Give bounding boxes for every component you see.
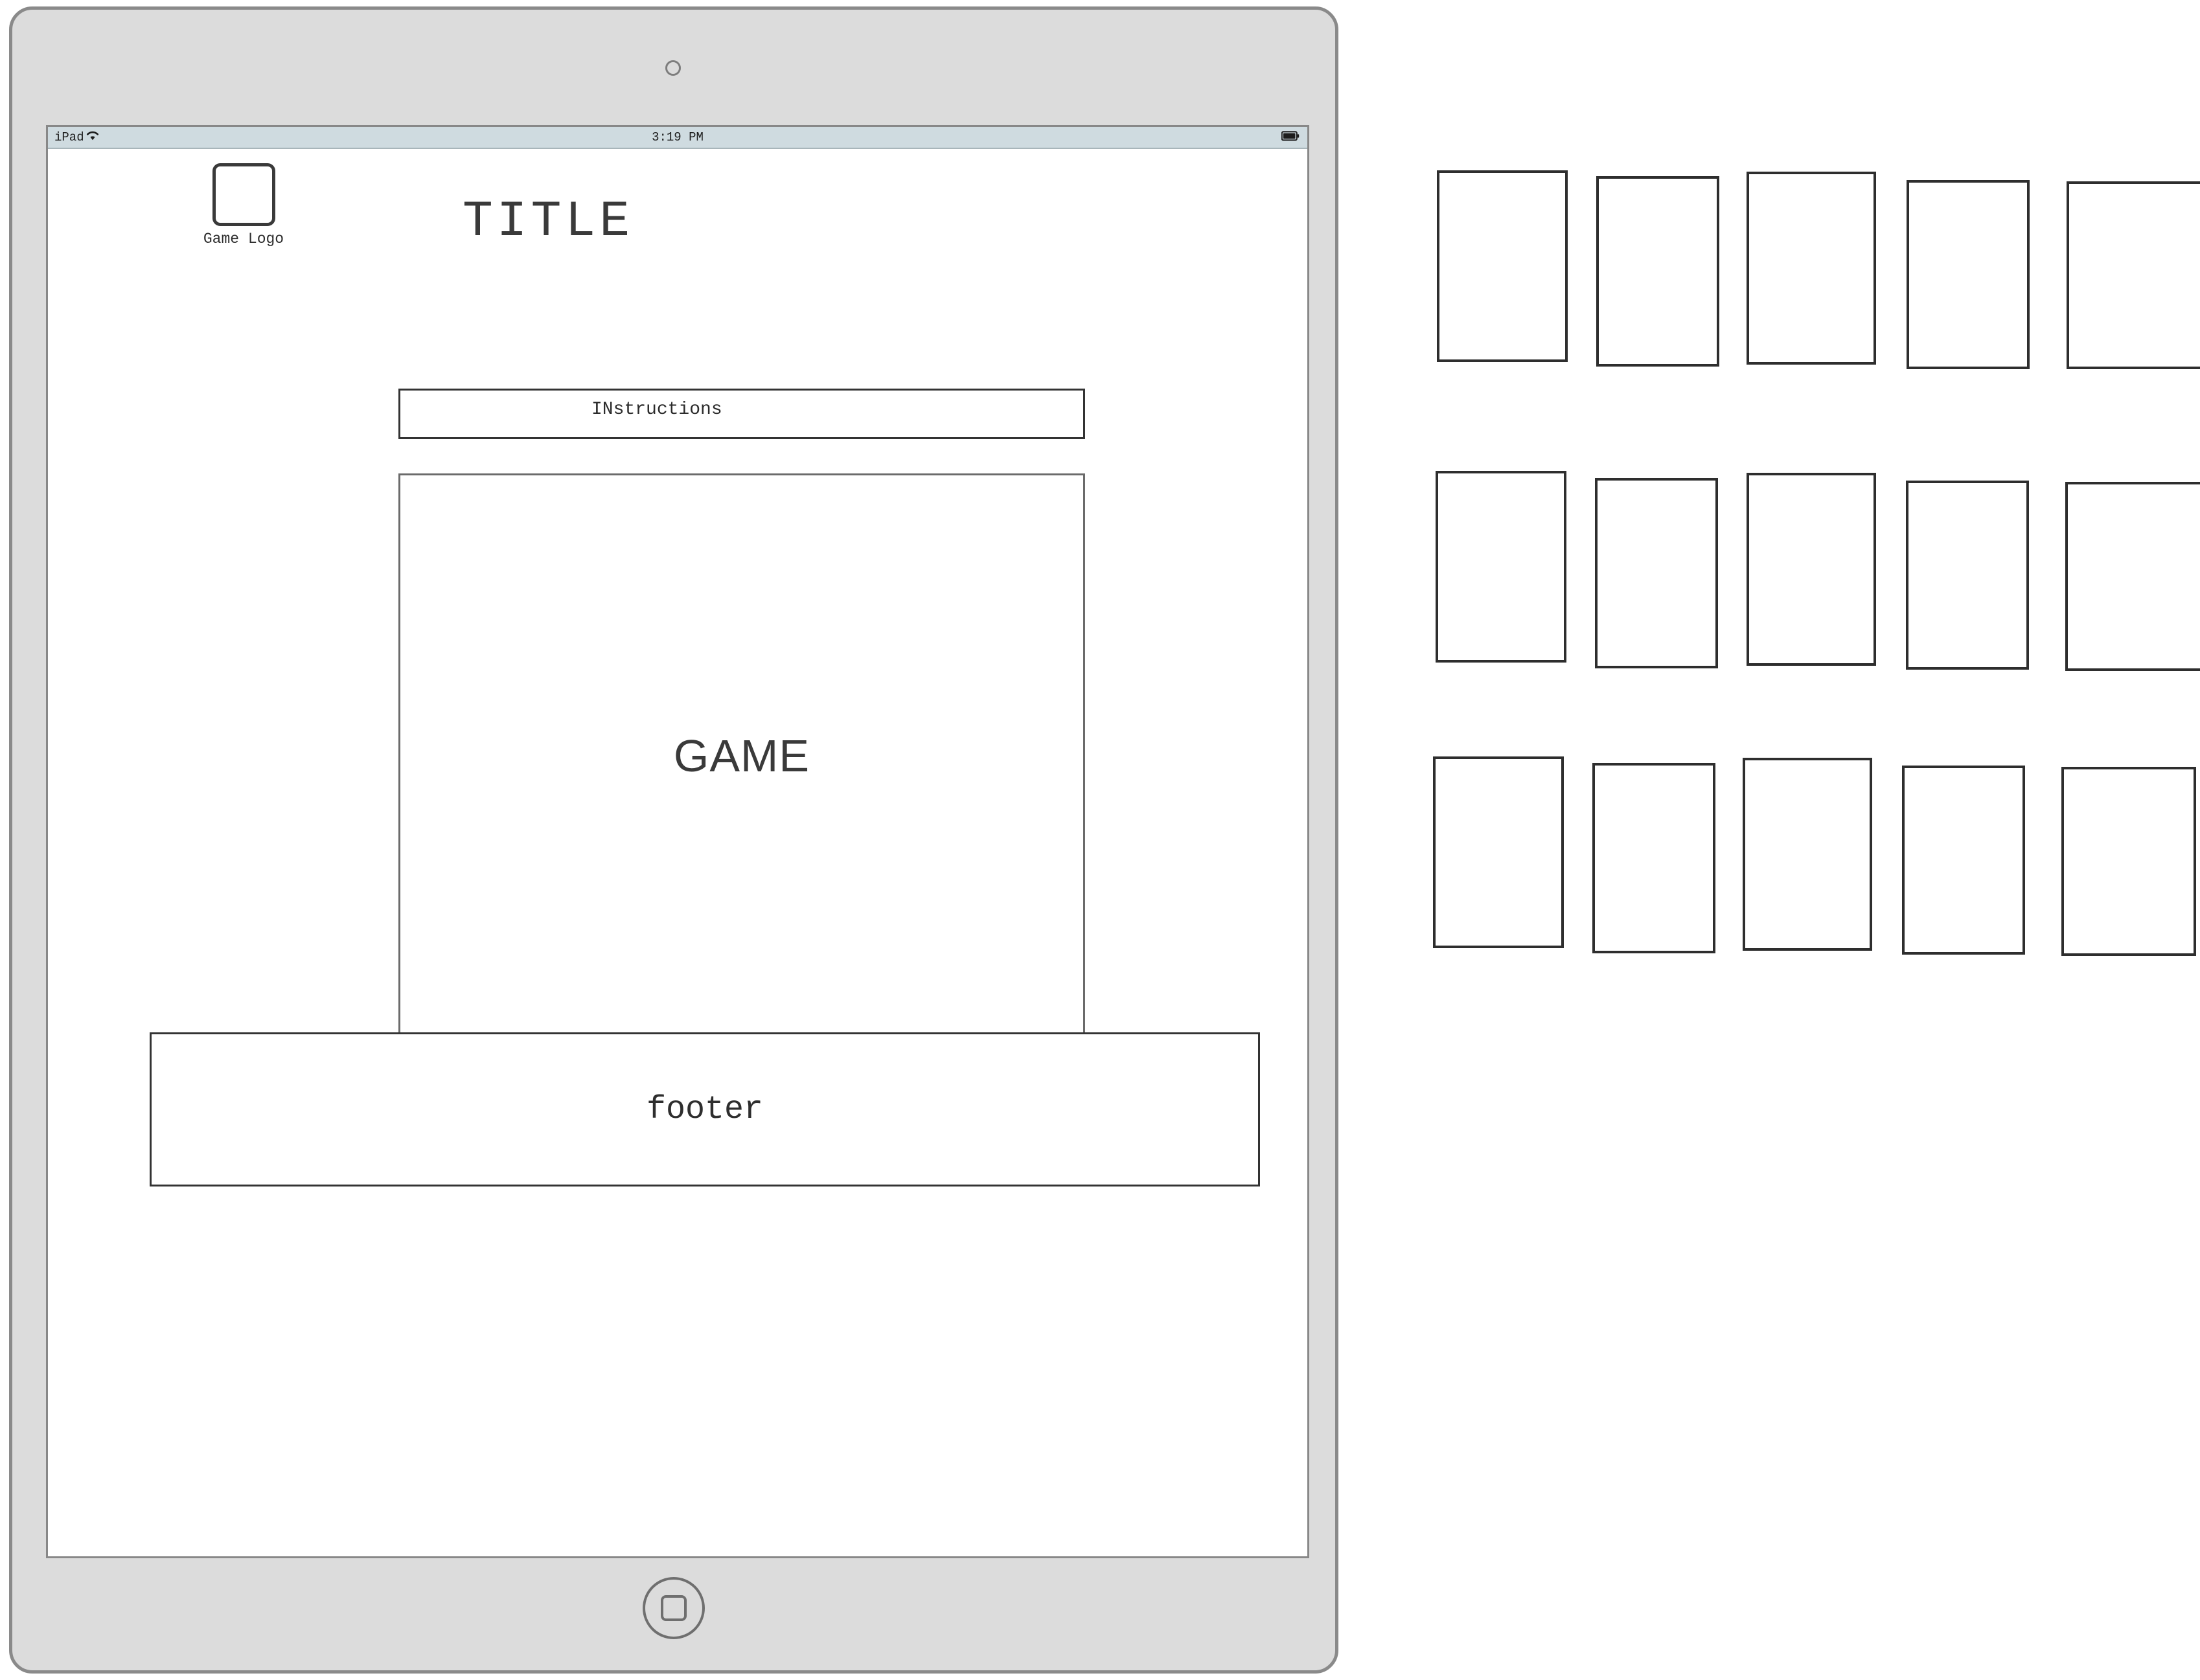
page-title: TITLE [463, 194, 634, 251]
footer-text: footer [646, 1091, 764, 1128]
game-player[interactable]: GAME [398, 473, 1085, 1080]
instructions-panel[interactable]: INstructions [398, 389, 1085, 439]
card-placeholder[interactable] [2065, 482, 2200, 671]
card-placeholder[interactable] [2061, 767, 2196, 956]
home-button[interactable] [643, 1577, 705, 1639]
instructions-text: INstructions [591, 400, 722, 420]
card-placeholder[interactable] [1436, 471, 1566, 663]
card-placeholder[interactable] [1596, 176, 1719, 367]
ipad-device-frame: iPad 3:19 PM Game Logo TITLE INstruction… [9, 6, 1338, 1674]
battery-icon [1281, 130, 1300, 144]
card-placeholder[interactable] [1906, 481, 2029, 670]
home-square-icon [661, 1595, 687, 1621]
card-placeholder[interactable] [1907, 180, 2030, 369]
game-logo-placeholder-icon [212, 163, 275, 226]
game-stage[interactable]: GAME [400, 475, 1083, 1038]
card-placeholder[interactable] [1747, 172, 1876, 365]
status-bar-right [1281, 130, 1300, 144]
status-bar: iPad 3:19 PM [48, 127, 1307, 149]
game-logo-label: Game Logo [203, 231, 284, 247]
card-placeholder[interactable] [2067, 181, 2200, 369]
card-placeholder[interactable] [1437, 170, 1568, 362]
camera-icon [665, 60, 681, 76]
footer-panel[interactable]: footer [150, 1032, 1260, 1186]
card-placeholder[interactable] [1592, 763, 1715, 953]
card-placeholder[interactable] [1433, 756, 1564, 948]
game-logo[interactable]: Game Logo [192, 163, 295, 247]
ipad-screen: iPad 3:19 PM Game Logo TITLE INstruction… [46, 125, 1309, 1558]
game-stage-label: GAME [673, 730, 810, 781]
card-placeholder[interactable] [1595, 478, 1718, 668]
card-placeholder[interactable] [1743, 758, 1872, 951]
card-placeholder[interactable] [1902, 766, 2025, 955]
status-bar-time: 3:19 PM [652, 130, 704, 144]
card-placeholder[interactable] [1747, 473, 1876, 666]
